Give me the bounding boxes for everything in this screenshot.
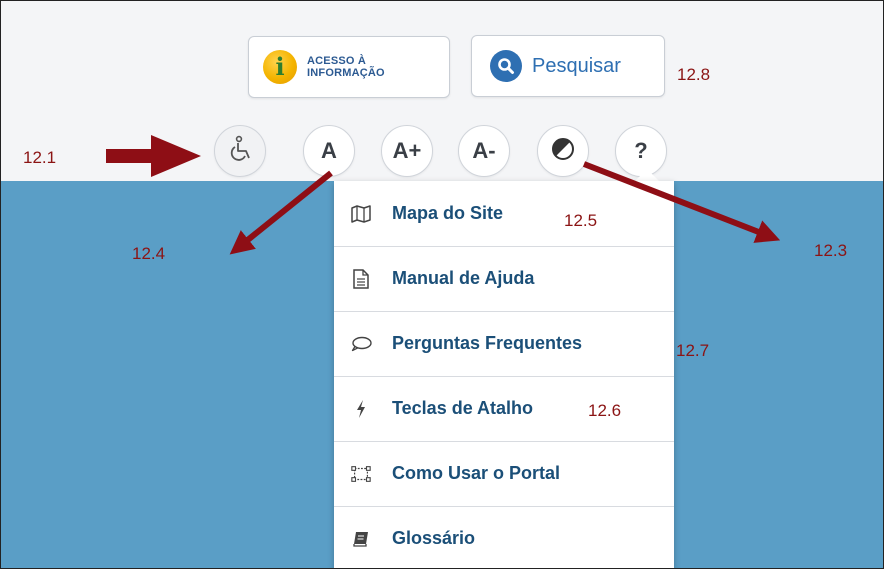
screenshot-frame: i ACESSO À INFORMAÇÃO Pesquisar 12.8 A A… xyxy=(0,0,884,569)
arrow-12-1 xyxy=(106,135,201,177)
annotation-12-7: 12.7 xyxy=(676,341,710,360)
annotation-12-3: 12.3 xyxy=(814,241,848,260)
annotation-12-4: 12.4 xyxy=(132,244,166,263)
annotation-12-1: 12.1 xyxy=(23,148,57,167)
annotation-12-6: 12.6 xyxy=(588,401,622,420)
arrow-12-3 xyxy=(582,161,781,243)
annotation-12-5: 12.5 xyxy=(564,211,598,230)
arrow-12-4 xyxy=(229,170,333,255)
annotation-arrows xyxy=(106,135,781,255)
